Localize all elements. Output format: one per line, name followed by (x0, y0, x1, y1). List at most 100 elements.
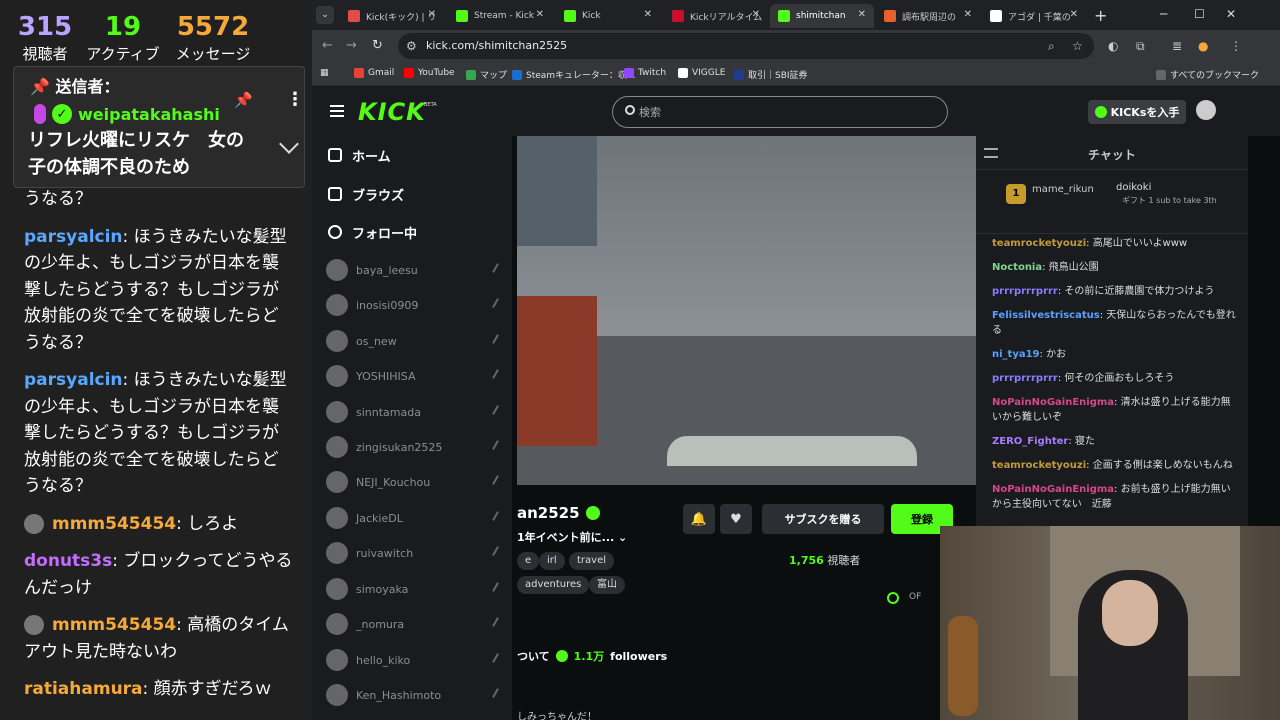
following-channel[interactable]: sinntamada (320, 398, 508, 426)
notification-bell-icon[interactable]: 🔔 (683, 504, 715, 534)
following-channel[interactable]: baya_leesu (320, 256, 508, 284)
pinned-username: weipatakahashi (78, 104, 220, 124)
close-icon[interactable]: ✕ (428, 9, 436, 20)
stream-tag[interactable]: irl (539, 552, 565, 570)
stream-tag[interactable]: 富山 (589, 576, 625, 594)
bookmark-steam[interactable]: Steamキュレーター：収... (512, 68, 635, 81)
following-channel[interactable]: NEJI_Kouchou (320, 468, 508, 496)
following-channel[interactable]: hello_kiko (320, 646, 508, 674)
following-channel[interactable]: ruivawitch (320, 539, 508, 567)
browser-tab-active[interactable]: shimitchan ✕ (770, 4, 874, 28)
leaderboard-user[interactable]: doikoki (1116, 182, 1151, 193)
chat-username[interactable]: teamrocketyouzi (992, 238, 1086, 249)
close-icon[interactable]: ✕ (752, 9, 760, 20)
browser-tab[interactable]: 調布駅周辺の ✕ (876, 4, 980, 28)
chat-username[interactable]: prrrprrrprrr (992, 373, 1058, 384)
kicks-icon (1094, 106, 1107, 118)
address-bar[interactable]: ⚙ kick.com/shimitchan2525 ⌕ ☆ (398, 33, 1094, 59)
stream-tag[interactable]: adventures (517, 576, 590, 594)
overlay-message: うなる？ (24, 186, 294, 213)
following-channel[interactable]: os_new (320, 327, 508, 355)
apps-icon[interactable]: ▦ (320, 68, 329, 78)
chat-username[interactable]: ZERO_Fighter (992, 436, 1068, 447)
chat-text: : 企画する側は楽しめないもんね (1086, 460, 1233, 471)
channel-avatar (326, 613, 348, 635)
video-player[interactable] (517, 136, 976, 485)
close-icon[interactable]: ✕ (536, 9, 544, 20)
bookmark-star-icon[interactable]: ☆ (1072, 39, 1083, 53)
profile-avatar-icon[interactable]: ● (1198, 39, 1208, 53)
close-icon[interactable]: ✕ (1070, 9, 1078, 20)
browser-tab[interactable]: Kickリアルタイム ✕ (664, 4, 768, 28)
following-channel[interactable]: inosisi0909 (320, 291, 508, 319)
following-channel[interactable]: simoyaka (320, 575, 508, 603)
new-tab-icon[interactable]: + (1094, 6, 1107, 25)
bookmark-viggle[interactable]: VIGGLE (678, 68, 725, 78)
gift-subscription-button[interactable]: サブスクを贈る (762, 504, 884, 534)
close-icon[interactable]: ✕ (858, 9, 866, 20)
zoom-icon[interactable]: ⌕ (1048, 39, 1055, 54)
browser-tab[interactable]: Kick(キック) | リ ✕ (340, 4, 444, 28)
bookmark-twitch[interactable]: Twitch (624, 68, 666, 78)
channel-title[interactable]: an2525 (517, 504, 600, 522)
forward-icon[interactable]: → (346, 38, 357, 53)
all-bookmarks[interactable]: すべてのブックマーク (1156, 68, 1259, 81)
browser-tab[interactable]: Kick ✕ (556, 4, 660, 28)
chat-username[interactable]: ni_tya19 (992, 349, 1040, 360)
overlay-message-list: うなる？ parsyalcin: ほうきみたいな髪型の少年よ、もしゴジラが日本を… (24, 186, 294, 714)
minimize-icon[interactable]: ─ (1160, 7, 1167, 21)
nav-home[interactable]: ホーム (328, 145, 391, 165)
gift-subscription-label: サブスクを贈る (784, 513, 862, 526)
back-icon[interactable]: ← (322, 38, 333, 53)
extensions-puzzle-icon[interactable]: ⧉ (1136, 39, 1145, 54)
site-info-icon[interactable]: ⚙ (406, 39, 417, 53)
close-icon[interactable]: ✕ (964, 9, 972, 20)
menu-icon[interactable]: ⋮ (1230, 39, 1242, 53)
bookmark-gmail[interactable]: Gmail (354, 68, 394, 78)
search-input[interactable] (639, 103, 929, 121)
following-channel[interactable]: _nomura (320, 610, 508, 638)
stream-tag[interactable]: e (517, 552, 540, 570)
get-kicks-button[interactable]: KICKsを入手 (1088, 100, 1186, 124)
bookmark-sbi[interactable]: 取引｜SBI証券 (734, 68, 808, 81)
pin-icon[interactable]: 📌 (234, 91, 253, 109)
kick-logo[interactable]: KICK (358, 98, 426, 126)
following-channel[interactable]: Ken_Hashimoto (320, 681, 508, 709)
chevron-down-icon[interactable] (279, 134, 299, 154)
heart-icon[interactable]: ♥ (720, 504, 752, 534)
message-username: mmm545454 (52, 615, 177, 635)
maximize-icon[interactable]: ☐ (1194, 7, 1205, 21)
chat-title: チャット (1088, 148, 1136, 162)
chat-username[interactable]: NoPainNoGainEnigma (992, 397, 1114, 408)
chat-username[interactable]: Felissilvestriscatus (992, 310, 1100, 321)
nav-browse[interactable]: ブラウズ (328, 184, 404, 204)
hamburger-menu-icon[interactable] (330, 105, 344, 117)
media-icon[interactable]: ≣ (1172, 39, 1182, 53)
chevron-down-icon[interactable]: ⌄ (618, 531, 627, 544)
chat-username[interactable]: prrrprrrprrr (992, 286, 1058, 297)
extension-icon[interactable]: ◐ (1108, 39, 1118, 53)
following-channel[interactable]: zingisukan2525 (320, 433, 508, 461)
channel-avatar (326, 436, 348, 458)
browser-tab[interactable]: アゴダ | 千葉の ✕ (982, 4, 1086, 28)
nav-following[interactable]: フォロー中 (328, 222, 417, 242)
user-avatar[interactable] (1196, 100, 1216, 120)
chat-username[interactable]: NoPainNoGainEnigma (992, 484, 1114, 495)
tab-search-icon[interactable]: ⌄ (316, 6, 334, 24)
close-window-icon[interactable]: ✕ (1226, 7, 1236, 21)
browser-tab[interactable]: Stream - Kick ✕ (448, 4, 552, 28)
chat-username[interactable]: teamrocketyouzi (992, 460, 1086, 471)
bookmark-maps[interactable]: マップ (466, 68, 507, 81)
following-channel[interactable]: YOSHIHISA (320, 362, 508, 390)
leaderboard-user[interactable]: mame_rikun (1032, 184, 1094, 195)
bookmark-label: VIGGLE (692, 68, 726, 78)
reload-icon[interactable]: ↻ (372, 38, 383, 53)
chat-username[interactable]: Noctonia (992, 262, 1042, 273)
stream-tag[interactable]: travel (569, 552, 615, 570)
settings-icon[interactable] (887, 592, 899, 604)
close-icon[interactable]: ✕ (644, 9, 652, 20)
following-channel[interactable]: JackieDL (320, 504, 508, 532)
search-bar[interactable] (612, 96, 948, 128)
more-options-icon[interactable]: ⋮ (286, 89, 304, 110)
bookmark-youtube[interactable]: YouTube (404, 68, 455, 78)
